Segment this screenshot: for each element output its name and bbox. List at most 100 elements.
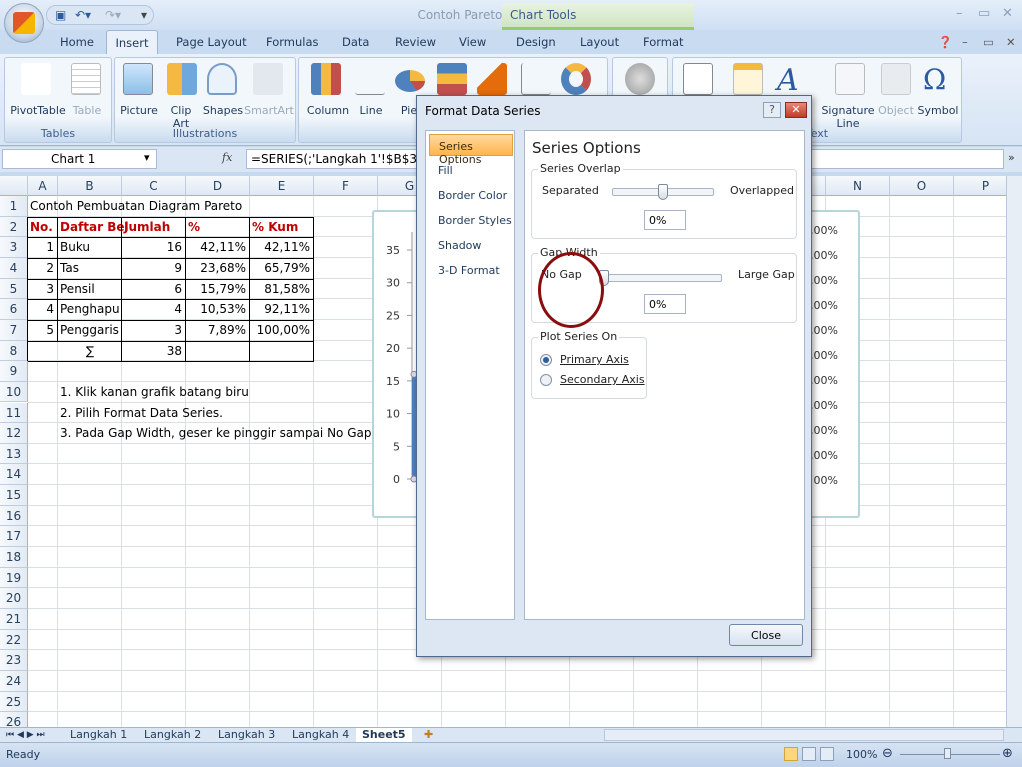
table-cell[interactable]: 7,89% <box>188 320 249 340</box>
row-header-22[interactable]: 22 <box>0 629 28 651</box>
tab-home[interactable]: Home <box>60 35 94 49</box>
column-header-P[interactable]: P <box>954 176 1006 196</box>
expand-formula-bar-icon[interactable]: » <box>1008 151 1015 164</box>
ribbon-close-icon[interactable]: ✕ <box>1006 35 1016 49</box>
table-cell[interactable]: 10,53% <box>188 299 249 319</box>
table-header-cell[interactable]: Daftar Bel <box>60 217 129 237</box>
row-header-18[interactable]: 18 <box>0 547 28 568</box>
table-cell[interactable]: 16 <box>124 237 185 257</box>
row-header-19[interactable]: 19 <box>0 567 28 589</box>
shapes-button[interactable]: Shapes <box>201 104 245 117</box>
sheet-tab-langkah-2[interactable]: Langkah 2 <box>138 728 207 743</box>
row-header-23[interactable]: 23 <box>0 650 28 671</box>
table-header-cell[interactable]: % Kum <box>252 217 313 237</box>
sheet-tab-sheet5[interactable]: Sheet5 <box>356 728 412 743</box>
slider-thumb[interactable] <box>658 184 668 200</box>
zoom-slider-thumb[interactable] <box>944 748 951 759</box>
zoom-out-icon[interactable]: ⊖ <box>882 746 893 761</box>
total-symbol-cell[interactable]: ∑ <box>58 341 122 361</box>
table-cell[interactable]: 1 <box>30 237 57 257</box>
page-break-view-icon[interactable] <box>820 747 834 761</box>
tab-review[interactable]: Review <box>395 35 436 49</box>
close-window-icon[interactable]: ✕ <box>1002 6 1013 21</box>
symbol-button[interactable]: Symbol <box>917 104 959 117</box>
nav-series-options[interactable]: Series Options <box>429 134 513 166</box>
restore-icon[interactable]: ▭ <box>978 6 990 21</box>
zoom-in-icon[interactable]: ⊕ <box>1002 746 1013 761</box>
table-cell[interactable]: 42,11% <box>252 237 313 257</box>
table-cell[interactable]: 4 <box>124 299 185 319</box>
row-header-20[interactable]: 20 <box>0 588 28 609</box>
table-cell[interactable]: 2 <box>30 258 57 278</box>
table-cell[interactable]: Penghapu <box>60 299 121 319</box>
row-header-7[interactable]: 7 <box>0 319 28 341</box>
series-overlap-slider[interactable] <box>612 184 714 200</box>
primary-axis-radio[interactable] <box>540 354 552 366</box>
insert-sheet-icon[interactable]: ✚ <box>418 728 439 743</box>
tab-insert[interactable]: Insert <box>106 30 158 54</box>
column-header-C[interactable]: C <box>122 176 186 196</box>
row-header-10[interactable]: 10 <box>0 381 28 403</box>
nav-3d-format[interactable]: 3-D Format <box>429 259 513 281</box>
table-cell[interactable]: 3 <box>124 320 185 340</box>
row-header-1[interactable]: 1 <box>0 196 28 217</box>
table-cell[interactable]: 81,58% <box>252 279 313 299</box>
sheet-title-cell[interactable]: Contoh Pembuatan Diagram Pareto <box>30 196 327 216</box>
normal-view-icon[interactable] <box>784 747 798 761</box>
table-header-cell[interactable]: % <box>188 217 249 237</box>
column-header-O[interactable]: O <box>890 176 954 196</box>
tab-data[interactable]: Data <box>342 35 369 49</box>
row-header-8[interactable]: 8 <box>0 340 28 362</box>
column-header-E[interactable]: E <box>250 176 314 196</box>
page-layout-view-icon[interactable] <box>802 747 816 761</box>
tab-design[interactable]: Design <box>516 35 556 49</box>
table-header-cell[interactable]: Jumlah <box>124 217 185 237</box>
row-header-4[interactable]: 4 <box>0 257 28 279</box>
zoom-level[interactable]: 100% <box>846 748 877 761</box>
sheet-nav-icons[interactable]: ⏮ ◀ ▶ ⏭ <box>2 728 45 743</box>
insert-function-icon[interactable]: fx <box>222 151 232 164</box>
nav-shadow[interactable]: Shadow <box>429 234 513 256</box>
total-cell[interactable]: 38 <box>124 341 185 361</box>
table-cell[interactable]: 4 <box>30 299 57 319</box>
table-cell[interactable]: 100,00% <box>252 320 313 340</box>
nav-fill[interactable]: Fill <box>429 159 513 181</box>
tab-page-layout[interactable]: Page Layout <box>176 35 247 49</box>
line-chart-button[interactable]: Line <box>353 104 389 117</box>
ribbon-minimize-icon[interactable]: – <box>962 35 968 49</box>
row-header-12[interactable]: 12 <box>0 423 28 444</box>
column-header-B[interactable]: B <box>58 176 122 196</box>
object-button[interactable]: Object <box>875 104 917 117</box>
table-cell[interactable]: 23,68% <box>188 258 249 278</box>
close-button[interactable]: Close <box>729 624 803 646</box>
row-header-6[interactable]: 6 <box>0 299 28 320</box>
table-cell[interactable]: Pensil <box>60 279 121 299</box>
tab-formulas[interactable]: Formulas <box>266 35 319 49</box>
dialog-help-button[interactable]: ? <box>763 102 781 118</box>
row-header-16[interactable]: 16 <box>0 505 28 527</box>
select-all-corner[interactable] <box>0 176 28 196</box>
help-icon[interactable]: ❓ <box>938 35 952 49</box>
row-header-17[interactable]: 17 <box>0 526 28 548</box>
table-cell[interactable]: 5 <box>30 320 57 340</box>
table-cell[interactable]: 65,79% <box>252 258 313 278</box>
row-header-3[interactable]: 3 <box>0 237 28 258</box>
secondary-axis-label[interactable]: Secondary Axis <box>560 373 645 386</box>
column-header-A[interactable]: A <box>28 176 58 196</box>
table-cell[interactable]: 6 <box>124 279 185 299</box>
row-header-5[interactable]: 5 <box>0 278 28 300</box>
table-cell[interactable]: Tas <box>60 258 121 278</box>
table-cell[interactable]: 3 <box>30 279 57 299</box>
row-header-11[interactable]: 11 <box>0 402 28 424</box>
primary-axis-label[interactable]: Primary Axis <box>560 353 629 366</box>
sheet-tab-langkah-3[interactable]: Langkah 3 <box>212 728 281 743</box>
vertical-scrollbar[interactable] <box>1006 176 1022 727</box>
tab-layout[interactable]: Layout <box>580 35 619 49</box>
row-header-21[interactable]: 21 <box>0 609 28 630</box>
column-header-D[interactable]: D <box>186 176 250 196</box>
secondary-axis-radio[interactable] <box>540 374 552 386</box>
smartart-button[interactable]: SmartArt <box>243 104 295 117</box>
column-header-F[interactable]: F <box>314 176 378 196</box>
table-cell[interactable]: Penggaris <box>60 320 121 340</box>
column-chart-button[interactable]: Column <box>303 104 353 117</box>
